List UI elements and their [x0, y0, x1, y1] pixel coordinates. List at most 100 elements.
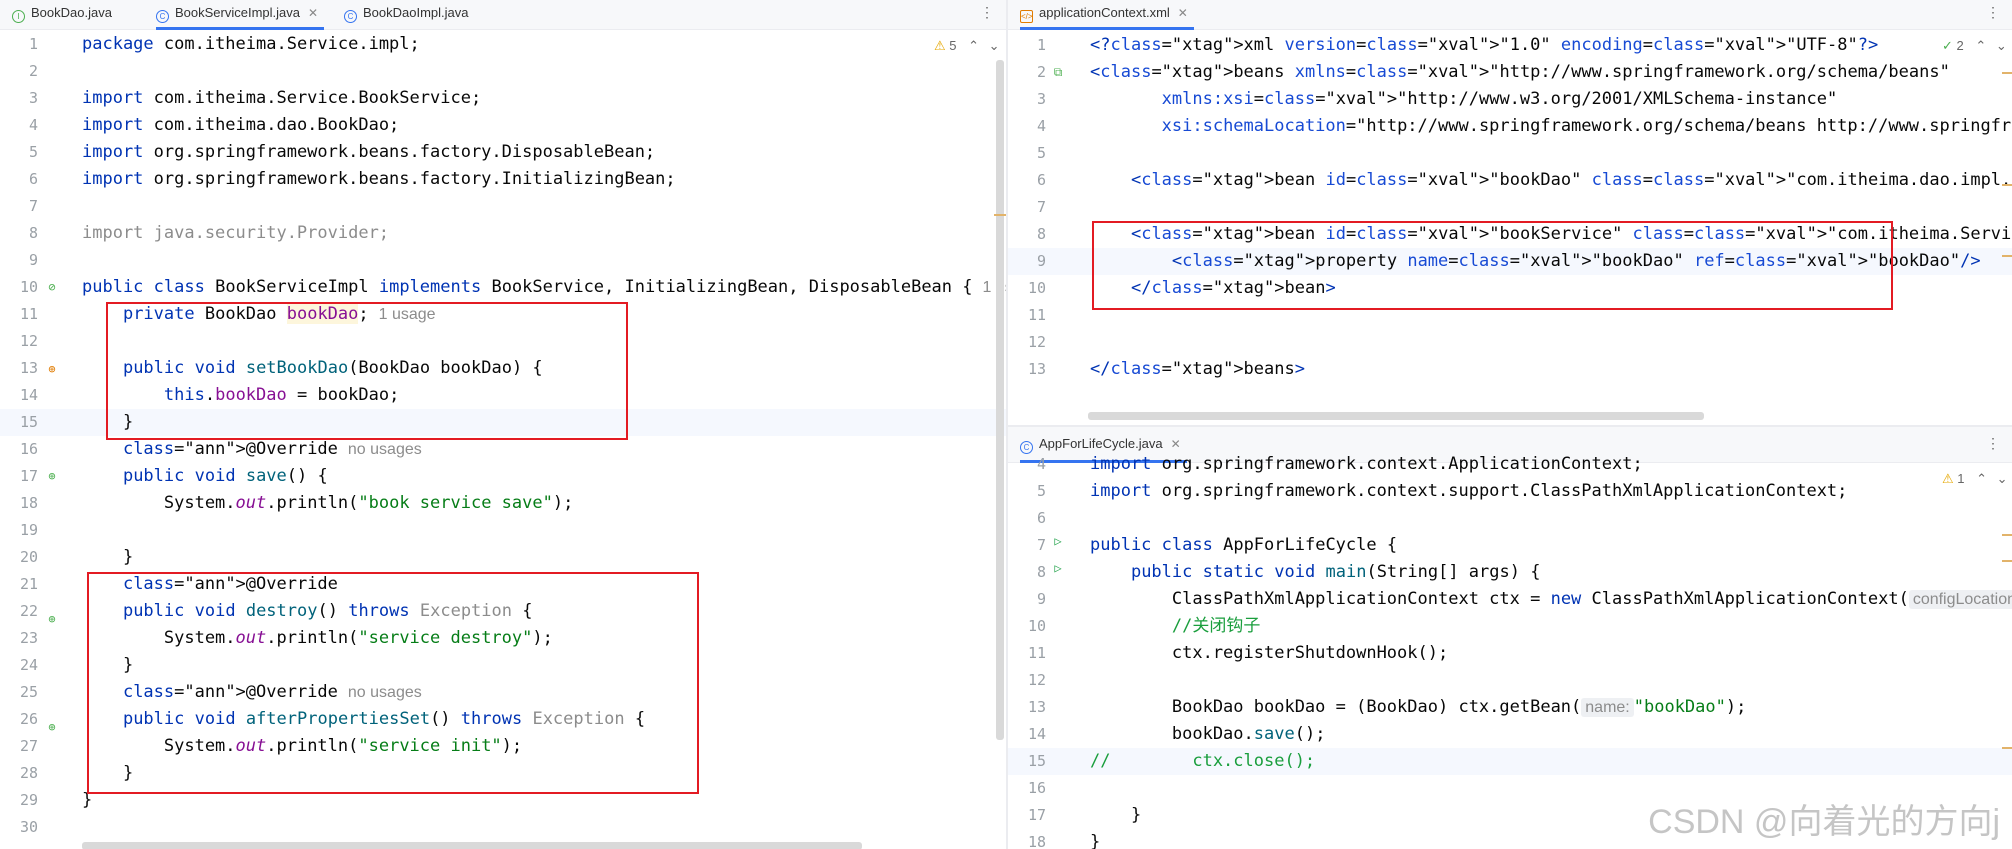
code-line[interactable]: 4 import org.springframework.context.Appl…	[1008, 451, 2012, 478]
implements-method-icon[interactable]: ⊕	[44, 611, 60, 627]
line-number[interactable]: 8	[0, 220, 38, 247]
code-line[interactable]: 9	[0, 247, 1006, 274]
line-number[interactable]: 13	[1008, 694, 1046, 721]
line-number[interactable]: 3	[0, 85, 38, 112]
code-line[interactable]: 10 //关闭钩子	[1008, 613, 2012, 640]
line-number[interactable]: 12	[1008, 667, 1046, 694]
more-options-icon[interactable]: ⋮	[1986, 435, 2000, 452]
code-line[interactable]: 6 <class="xtag">bean id=class="xval">"bo…	[1008, 167, 2012, 194]
line-number[interactable]: 17	[1008, 802, 1046, 829]
line-number[interactable]: 18	[0, 490, 38, 517]
line-number[interactable]: 2	[0, 58, 38, 85]
code-line[interactable]: 3 xmlns:xsi=class="xval">"http://www.w3.…	[1008, 86, 2012, 113]
close-icon[interactable]: ✕	[1178, 6, 1188, 20]
code-line[interactable]: 17 public void save() {	[0, 463, 1006, 490]
implemented-icon[interactable]: ⊘	[44, 279, 60, 295]
line-number[interactable]: 18	[1008, 829, 1046, 849]
code-line[interactable]: 16 class="ann">@Override no usages	[0, 436, 1006, 463]
line-number[interactable]: 30	[0, 814, 38, 841]
code-line[interactable]: 2 <class="xtag">beans xmlns=class="xval">…	[1008, 59, 2012, 86]
code-line[interactable]: 5	[1008, 140, 2012, 167]
close-icon[interactable]: ✕	[308, 6, 318, 20]
line-number[interactable]: 19	[0, 517, 38, 544]
code-line[interactable]: 18 System.out.println("book service save…	[0, 490, 1006, 517]
code-line[interactable]: 8 public static void main(String[] args)…	[1008, 559, 2012, 586]
code-line[interactable]: 5 import org.springframework.context.supp…	[1008, 478, 2012, 505]
code-line[interactable]: 7	[1008, 194, 2012, 221]
code-line[interactable]: 6	[1008, 505, 2012, 532]
code-line[interactable]: 4 xsi:schemaLocation="http://www.springf…	[1008, 113, 2012, 140]
code-line[interactable]: 2	[0, 58, 1006, 85]
line-number[interactable]: 13	[1008, 356, 1046, 383]
code-line[interactable]: 12	[1008, 667, 2012, 694]
line-number[interactable]: 7	[1008, 194, 1046, 221]
line-number[interactable]: 8	[1008, 221, 1046, 248]
override-icon[interactable]: ⊕	[44, 361, 60, 377]
code-line[interactable]: 1 <?class="xtag">xml version=class="xval"…	[1008, 32, 2012, 59]
code-line[interactable]: 3 import com.itheima.Service.BookService;	[0, 85, 1006, 112]
line-number[interactable]: 16	[0, 436, 38, 463]
run-icon[interactable]: ▷	[1050, 533, 1066, 549]
code-line[interactable]: 13 BookDao bookDao = (BookDao) ctx.getBe…	[1008, 694, 2012, 721]
line-number[interactable]: 21	[0, 571, 38, 598]
line-number[interactable]: 13	[0, 355, 38, 382]
more-options-icon[interactable]: ⋮	[980, 4, 994, 21]
line-number[interactable]: 12	[0, 328, 38, 355]
code-line[interactable]: 19	[0, 517, 1006, 544]
code-line[interactable]: 7 public class AppForLifeCycle {	[1008, 532, 2012, 559]
code-line[interactable]: 12	[1008, 329, 2012, 356]
code-line[interactable]: 6 import org.springframework.beans.factor…	[0, 166, 1006, 193]
line-number[interactable]: 7	[0, 193, 38, 220]
line-number[interactable]: 25	[0, 679, 38, 706]
line-number[interactable]: 4	[0, 112, 38, 139]
line-number[interactable]: 9	[1008, 586, 1046, 613]
vertical-scrollbar[interactable]	[996, 60, 1004, 740]
horizontal-scrollbar[interactable]	[1088, 412, 1704, 420]
line-number[interactable]: 6	[1008, 505, 1046, 532]
line-number[interactable]: 8	[1008, 559, 1046, 586]
line-number[interactable]: 15	[0, 409, 38, 436]
line-number[interactable]: 1	[1008, 32, 1046, 59]
code-line[interactable]: 4 import com.itheima.dao.BookDao;	[0, 112, 1006, 139]
line-number[interactable]: 15	[1008, 748, 1046, 775]
line-number[interactable]: 10	[1008, 275, 1046, 302]
line-number[interactable]: 29	[0, 787, 38, 814]
line-number[interactable]: 22	[0, 598, 38, 625]
code-line[interactable]: 10 public class BookServiceImpl implement…	[0, 274, 1006, 301]
code-line[interactable]: 11 ctx.registerShutdownHook();	[1008, 640, 2012, 667]
line-number[interactable]: 23	[0, 625, 38, 652]
line-number[interactable]: 3	[1008, 86, 1046, 113]
line-number[interactable]: 1	[0, 31, 38, 58]
tab-bookserviceimpl[interactable]: C BookServiceImpl.java ✕	[156, 0, 325, 30]
line-number[interactable]: 6	[1008, 167, 1046, 194]
close-icon[interactable]: ✕	[1171, 437, 1181, 451]
line-number[interactable]: 6	[0, 166, 38, 193]
run-icon[interactable]: ▷	[1050, 560, 1066, 576]
line-number[interactable]: 16	[1008, 775, 1046, 802]
code-line[interactable]: 15 // ctx.close();	[1008, 748, 2012, 775]
line-number[interactable]: 26	[0, 706, 38, 733]
line-number[interactable]: 14	[0, 382, 38, 409]
line-number[interactable]: 28	[0, 760, 38, 787]
line-number[interactable]: 5	[0, 139, 38, 166]
line-number[interactable]: 4	[1008, 113, 1046, 140]
line-number[interactable]: 17	[0, 463, 38, 490]
more-options-icon[interactable]: ⋮	[1986, 4, 2000, 21]
code-line[interactable]: 1 package com.itheima.Service.impl;	[0, 31, 1006, 58]
implements-method-icon[interactable]: ⊕	[44, 468, 60, 484]
line-number[interactable]: 4	[1008, 451, 1046, 478]
line-number[interactable]: 10	[1008, 613, 1046, 640]
code-line[interactable]: 7	[0, 193, 1006, 220]
code-line[interactable]: 30	[0, 814, 1006, 841]
implements-method-icon[interactable]: ⊕	[44, 719, 60, 735]
code-line[interactable]: 14 bookDao.save();	[1008, 721, 2012, 748]
tab-bookdao[interactable]: I BookDao.java	[12, 0, 112, 30]
tab-applicationcontext[interactable]: </> applicationContext.xml ✕	[1020, 0, 1194, 30]
spring-bean-icon[interactable]: ⧉	[1050, 64, 1066, 80]
code-line[interactable]: 8 import java.security.Provider;	[0, 220, 1006, 247]
line-number[interactable]: 27	[0, 733, 38, 760]
code-line[interactable]: 5 import org.springframework.beans.factor…	[0, 139, 1006, 166]
code-line[interactable]: 20 }	[0, 544, 1006, 571]
line-number[interactable]: 11	[1008, 302, 1046, 329]
line-number[interactable]: 5	[1008, 140, 1046, 167]
